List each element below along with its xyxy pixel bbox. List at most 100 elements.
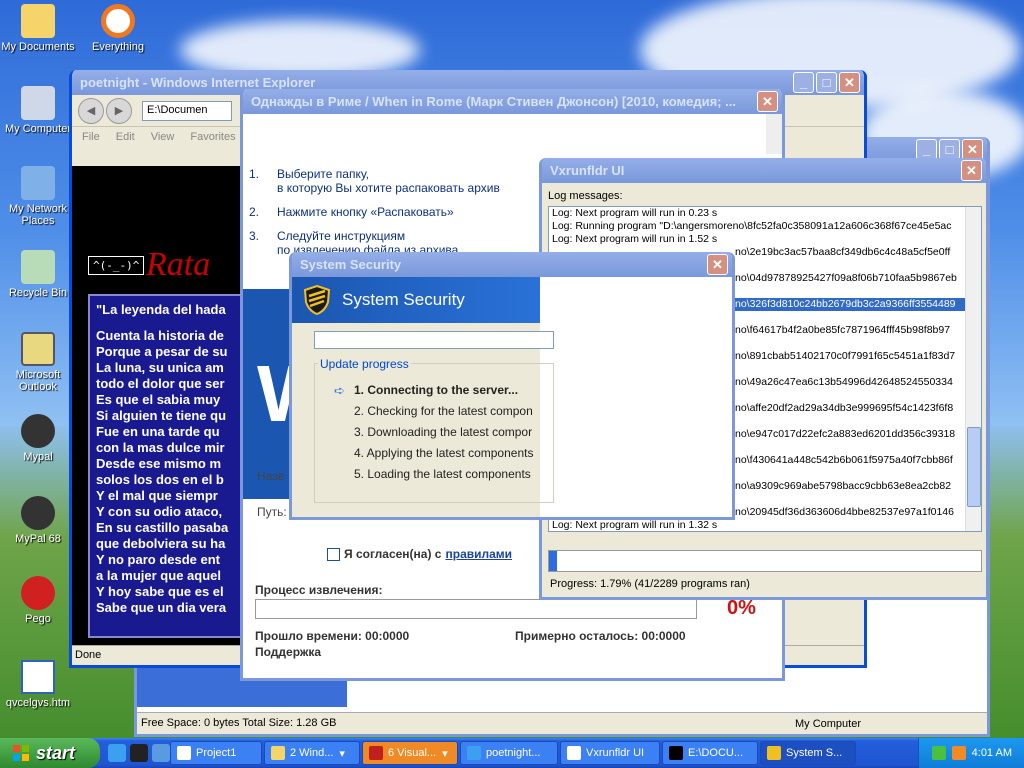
close-button[interactable]: ✕ — [839, 72, 860, 93]
desktop-icon-network[interactable]: My Network Places — [0, 166, 76, 227]
log-line[interactable]: Log: Next program will run in 1.32 s — [549, 519, 981, 531]
close-button[interactable]: ✕ — [961, 160, 982, 181]
support-link[interactable]: Поддержка — [255, 645, 321, 659]
step-checking: 2. Checking for the latest compon — [354, 404, 533, 418]
rules-link[interactable]: правилами — [445, 547, 512, 561]
menu-file[interactable]: File — [82, 131, 100, 143]
desktop-icon-my-documents[interactable]: My Documents — [0, 4, 76, 53]
folder-icon — [21, 4, 55, 38]
system-security-window: System Security ✕ System Security Update… — [289, 252, 735, 520]
window-icon — [567, 746, 581, 760]
ie-title: poetnight - Windows Internet Explorer — [80, 75, 316, 90]
log-scrollbar[interactable] — [965, 207, 981, 531]
name-label: Назв — [257, 469, 285, 483]
mypal-quicklaunch-icon[interactable] — [130, 744, 148, 762]
run-progress-bar — [548, 550, 982, 572]
desktop-icon-outlook[interactable]: Microsoft Outlook — [0, 332, 76, 393]
menu-edit[interactable]: Edit — [116, 131, 135, 143]
poem-line: Y con su odio ataco, — [96, 504, 223, 519]
extractor-titlebar[interactable]: Однажды в Риме / When in Rome (Марк Стив… — [243, 89, 782, 114]
agree-checkbox[interactable] — [327, 547, 340, 561]
taskbar-item-system-security[interactable]: System S... — [760, 741, 856, 765]
close-button[interactable]: ✕ — [757, 91, 778, 112]
security-titlebar[interactable]: System Security ✕ — [292, 252, 732, 277]
desktop-icon-mypal[interactable]: Mypal — [0, 414, 76, 463]
mypal-icon — [21, 414, 55, 448]
computer-icon — [21, 86, 55, 120]
poem-line: Y hoy sabe que es el — [96, 584, 224, 599]
vxrunfldr-titlebar[interactable]: Vxrunfldr UI ✕ — [542, 158, 986, 183]
maximize-button[interactable]: □ — [939, 139, 960, 160]
outlook-icon — [21, 332, 55, 366]
arrow-right-icon: ➪ — [334, 383, 345, 398]
chevron-down-icon: ▾ — [442, 747, 448, 760]
update-progress-label: Update progress — [318, 357, 411, 371]
desktop-icon-my-computer[interactable]: My Computer — [0, 86, 76, 135]
windows-logo-icon — [13, 745, 29, 761]
percent-text: 0% — [727, 597, 756, 619]
network-tray-icon[interactable] — [931, 746, 946, 760]
desktop-icon-qvcelgvs[interactable]: qvcelgvs.htm — [0, 660, 76, 709]
location-text: My Computer — [794, 718, 861, 730]
taskbar-item-visual-group[interactable]: 6 Visual... ▾ — [362, 741, 458, 765]
log-line[interactable]: Log: Next program will run in 0.23 s — [549, 207, 981, 220]
vxrunfldr-title: Vxrunfldr UI — [550, 163, 625, 178]
ie-quicklaunch-icon[interactable] — [108, 744, 126, 762]
system-tray: 4:01 AM — [918, 738, 1024, 768]
search-tray-icon[interactable] — [951, 746, 966, 760]
explorer-status-bar: Free Space: 0 bytes Total Size: 1.28 GB … — [137, 712, 987, 734]
security-body: Update progress ➪ 1. Connecting to the s… — [292, 323, 554, 517]
poem-line: Y no paro desde ent — [96, 552, 221, 567]
back-button[interactable]: ◀ — [78, 97, 104, 124]
start-button[interactable]: start — [0, 738, 100, 768]
minimize-button[interactable]: _ — [916, 139, 937, 160]
desktop-icon-pego[interactable]: Pego — [0, 576, 76, 625]
poem-line: que debolviera su ha — [96, 536, 226, 551]
poem-text: "La leyenda del hada Cuenta la historia … — [88, 294, 248, 638]
step-downloading: 3. Downloading the latest compor — [354, 425, 533, 439]
forward-button[interactable]: ▶ — [106, 97, 132, 124]
poem-line: solos los dos en el b — [96, 472, 224, 487]
menu-favorites[interactable]: Favorites — [190, 131, 235, 143]
agree-checkbox-row[interactable]: Я согласен(на) с правилами — [327, 547, 512, 561]
poem-line: Cuenta la historia de — [96, 328, 224, 343]
status-text: Done — [75, 649, 102, 661]
desktop-icon-mypal68[interactable]: MyPal 68 — [0, 496, 76, 545]
scrollbar[interactable] — [766, 114, 782, 154]
poem-line: Sabe que un dia vera — [96, 600, 227, 615]
desktop-quicklaunch-icon[interactable] — [152, 744, 170, 762]
clock[interactable]: 4:01 AM — [972, 747, 1012, 759]
taskbar-item-windows-group[interactable]: 2 Wind... ▾ — [264, 741, 360, 765]
recycle-bin-icon — [21, 250, 55, 284]
poem-line: La luna, su unica am — [96, 360, 224, 375]
pego-icon — [21, 576, 55, 610]
close-button[interactable]: ✕ — [962, 139, 983, 160]
menu-view[interactable]: View — [151, 131, 175, 143]
scroll-thumb[interactable] — [967, 427, 981, 507]
visual-studio-icon — [369, 746, 383, 760]
log-line[interactable]: Log: Next program will run in 1.52 s — [549, 233, 981, 246]
shield-icon — [304, 285, 330, 315]
minimize-button[interactable]: _ — [793, 72, 814, 93]
taskbar-item-project1[interactable]: Project1 — [170, 741, 262, 765]
network-icon — [21, 166, 55, 200]
log-line[interactable]: Log: Running program "D:\angersmoreno\8f… — [549, 220, 981, 233]
security-title: System Security — [300, 257, 402, 272]
taskbar-item-cmd[interactable]: E:\DOCU... — [662, 741, 758, 765]
html-file-icon — [21, 660, 55, 694]
close-button[interactable]: ✕ — [707, 254, 728, 275]
maximize-button[interactable]: □ — [816, 72, 837, 93]
address-input[interactable]: E:\Documen — [142, 100, 232, 121]
shield-icon — [767, 746, 781, 760]
path-label: Путь: — [257, 505, 287, 519]
desktop-icon-recycle-bin[interactable]: Recycle Bin — [0, 250, 76, 299]
poem-line: todo el dolor que ser — [96, 376, 225, 391]
desktop-icon-everything[interactable]: Everything — [80, 4, 156, 53]
taskbar-item-vxrunfldr[interactable]: Vxrunfldr UI — [560, 741, 660, 765]
poem-line: Porque a pesar de su — [96, 344, 228, 359]
step-loading: 5. Loading the latest components — [354, 467, 531, 481]
taskbar-item-poetnight[interactable]: poetnight... — [460, 741, 558, 765]
chevron-down-icon: ▾ — [339, 747, 345, 760]
agree-label: Я согласен(на) с — [344, 547, 442, 561]
poem-line: Desde ese mismo m — [96, 456, 222, 471]
